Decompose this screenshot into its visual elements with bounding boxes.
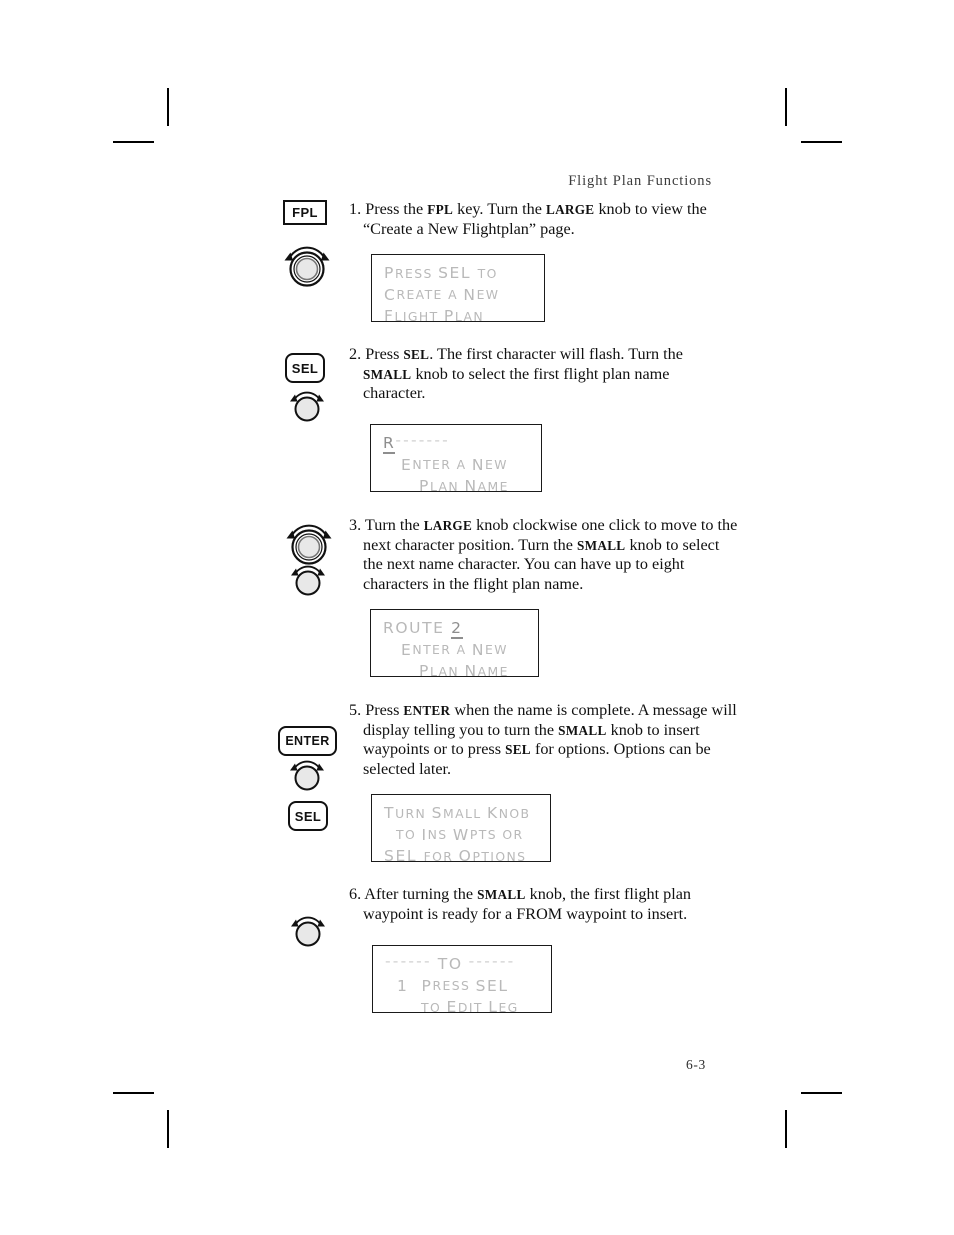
small-knob-icon-step6[interactable]	[289, 913, 327, 949]
crop-mark-top-left-horizontal	[113, 141, 154, 143]
lcd-6-header-line: ‐‐‐‐‐‐ TO ‐‐‐‐‐‐	[385, 952, 541, 976]
step-2-part-0: Press	[365, 345, 404, 363]
lcd-display-5: TURN SMALL KNOB TO INS WPTS OR SEL FOR O…	[371, 794, 551, 865]
step-3-number: 3.	[349, 516, 362, 534]
step-1-text: 1. Press the FPL key. Turn the LARGE kno…	[349, 200, 735, 239]
sel-key-step5[interactable]: SEL	[288, 801, 328, 831]
lcd-1-line-2: CREATE A NEW	[384, 285, 500, 304]
step-6-number: 6.	[349, 885, 362, 903]
step-5-part-1: ENTER	[403, 703, 451, 718]
lcd-3-line-2: ENTER A NEW	[401, 640, 508, 659]
crop-mark-bottom-left-horizontal	[113, 1092, 154, 1094]
lcd-3-name-line: ROUTE 2	[383, 618, 528, 640]
lcd-6-line-3: TO EDIT LEG	[421, 998, 519, 1016]
lcd-1-line-1: PRESS SEL TO	[384, 264, 498, 282]
lcd-5-line-2: TO INS WPTS OR	[396, 825, 524, 844]
step-5-part-0: Press	[365, 701, 404, 719]
large-knob-icon[interactable]	[281, 240, 333, 292]
crop-mark-bottom-right-vertical	[785, 1110, 787, 1148]
crop-mark-bottom-left-vertical	[167, 1110, 169, 1148]
lcd-6-line-2: 1 PRESS SEL	[397, 976, 509, 995]
lcd-display-3: ROUTE 2 ENTER A NEW PLAN NAME	[370, 609, 539, 680]
sel-key-label-step5: SEL	[288, 801, 328, 831]
step-3-part-0: Turn the	[364, 516, 424, 534]
step-3-text: 3. Turn the LARGE knob clockwise one cli…	[349, 516, 743, 594]
step-5-part-3: SMALL	[558, 722, 607, 738]
page-number: 6-3	[686, 1057, 706, 1072]
fpl-key[interactable]: FPL	[283, 200, 327, 225]
step-5-number: 5.	[349, 701, 362, 719]
lcd-2-cursor-char: R	[383, 434, 396, 454]
step-3-part-1: LARGE	[423, 518, 473, 533]
lcd-display-6: ‐‐‐‐‐‐ TO ‐‐‐‐‐‐ 1 PRESS SEL TO EDIT LEG	[372, 945, 552, 1016]
step-2-part-3: SMALL	[363, 366, 412, 382]
lcd-6-dashes-right: ‐‐‐‐‐‐	[468, 952, 516, 970]
lcd-3-cursor-char: 2	[451, 619, 463, 639]
enter-key[interactable]: ENTER	[278, 726, 337, 756]
step-1-part-1: FPL	[427, 202, 454, 217]
lcd-2-line-3: PLAN NAME	[419, 477, 509, 495]
step-1-part-2: key. Turn the	[453, 200, 546, 218]
step-2-part-2: . The first character will flash. Turn t…	[429, 345, 683, 363]
lcd-3-name-value: ROUTE	[383, 619, 452, 637]
crop-mark-top-right-horizontal	[801, 141, 842, 143]
enter-key-label: ENTER	[278, 726, 337, 756]
small-knob-icon-step3[interactable]	[289, 562, 327, 598]
lcd-display-1: PRESS SEL TO CREATE A NEW FLIGHT PLAN	[371, 254, 545, 325]
lcd-2-name-line: R‐‐‐‐‐‐‐	[383, 431, 531, 455]
step-1-part-3: LARGE	[545, 202, 595, 217]
step-3-part-3: SMALL	[577, 537, 626, 553]
sel-key-label-step2: SEL	[285, 353, 325, 383]
lcd-5-line-1: TURN SMALL KNOB	[384, 804, 531, 822]
lcd-2-line-2: ENTER A NEW	[401, 455, 508, 474]
step-2-text: 2. Press SEL. The first character will f…	[349, 345, 735, 404]
step-1-part-0: Press the	[365, 200, 428, 218]
small-knob-icon-step5[interactable]	[288, 757, 326, 793]
lcd-2-dashes: ‐‐‐‐‐‐‐	[395, 431, 450, 449]
step-6-part-0: After turning the	[364, 885, 478, 903]
lcd-display-2: R‐‐‐‐‐‐‐ ENTER A NEW PLAN NAME	[370, 424, 542, 495]
fpl-key-label: FPL	[283, 200, 327, 225]
step-1-number: 1.	[349, 200, 362, 218]
lcd-6-to-label: TO	[437, 955, 463, 973]
step-2-part-1: SEL	[403, 347, 430, 362]
small-knob-icon-step2[interactable]	[288, 388, 326, 424]
step-6-text: 6. After turning the SMALL knob, the fir…	[349, 885, 743, 924]
lcd-5-line-3: SEL FOR OPTIONS	[384, 847, 527, 865]
crop-mark-top-left-vertical	[167, 88, 169, 126]
step-2-number: 2.	[349, 345, 362, 363]
lcd-6-dashes-left: ‐‐‐‐‐‐	[385, 952, 432, 970]
lcd-6-leg-number: 1	[397, 976, 409, 995]
lcd-3-line-3: PLAN NAME	[419, 662, 509, 680]
sel-key-step2[interactable]: SEL	[285, 353, 325, 383]
lcd-1-line-3: FLIGHT PLAN	[384, 307, 484, 325]
crop-mark-top-right-vertical	[785, 88, 787, 126]
step-5-text: 5. Press ENTER when the name is complete…	[349, 701, 743, 779]
step-5-part-5: SEL	[505, 742, 531, 758]
crop-mark-bottom-right-horizontal	[801, 1092, 842, 1094]
page-running-header: Flight Plan Functions	[568, 173, 712, 189]
step-6-part-1: SMALL	[477, 887, 526, 902]
